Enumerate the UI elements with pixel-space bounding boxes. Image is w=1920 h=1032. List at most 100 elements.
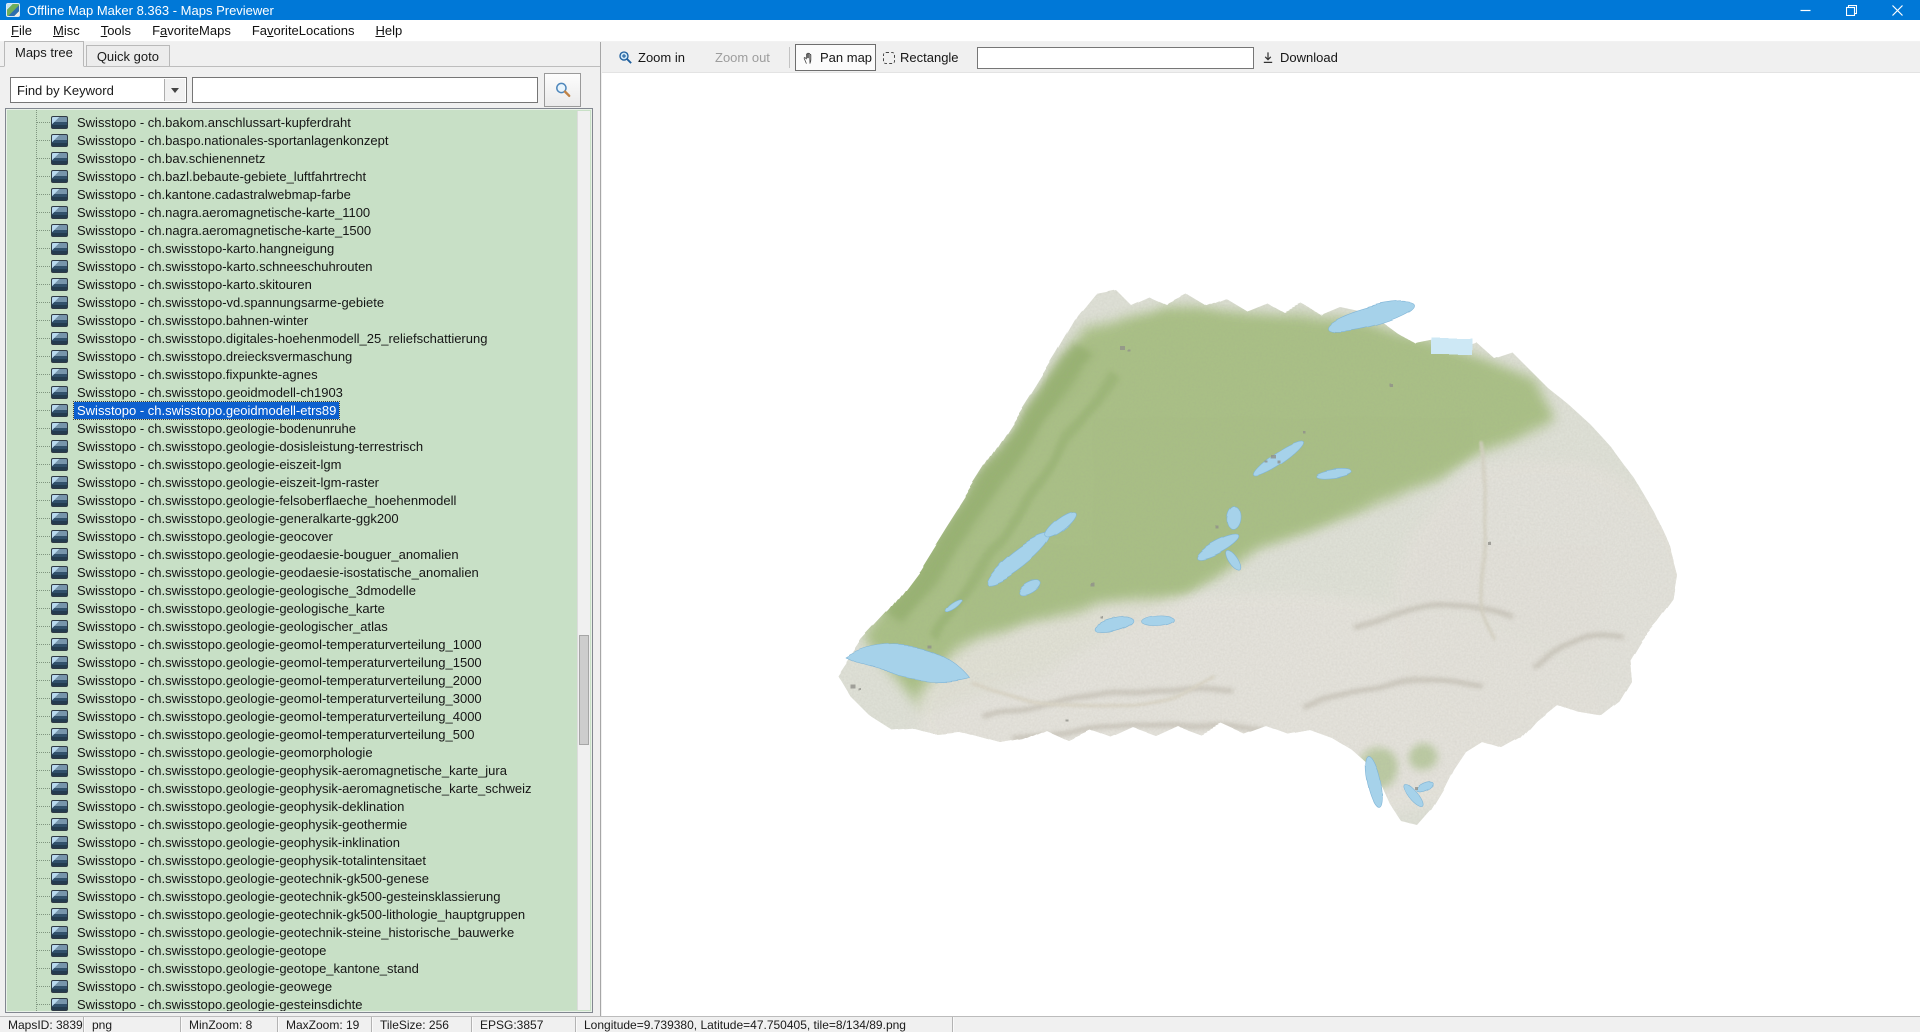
map-canvas[interactable] xyxy=(834,288,1682,836)
minimize-icon xyxy=(1800,5,1811,16)
tree-item-label: Swisstopo - ch.kantone.cadastralwebmap-f… xyxy=(74,186,354,203)
restore-button[interactable] xyxy=(1828,0,1874,20)
list-scrollbar-thumb[interactable] xyxy=(579,635,589,745)
tab-quick-goto[interactable]: Quick goto xyxy=(86,45,170,66)
tree-item[interactable]: Swisstopo - ch.swisstopo.geologie-geomor… xyxy=(7,743,577,761)
tree-item[interactable]: Swisstopo - ch.swisstopo.fixpunkte-agnes xyxy=(7,365,577,383)
tree-item-label: Swisstopo - ch.swisstopo.geologie-geotec… xyxy=(74,924,517,941)
rectangle-button[interactable]: Rectangle xyxy=(883,42,959,73)
tree-item-label: Swisstopo - ch.swisstopo-karto.schneesch… xyxy=(74,258,376,275)
map-layer-icon xyxy=(51,818,68,831)
tree-item[interactable]: Swisstopo - ch.swisstopo.geologie-geomol… xyxy=(7,707,577,725)
tree-item[interactable]: Swisstopo - ch.bakom.anschlussart-kupfer… xyxy=(7,113,577,131)
tree-item[interactable]: Swisstopo - ch.swisstopo.geologie-eiszei… xyxy=(7,473,577,491)
tree-item[interactable]: Swisstopo - ch.swisstopo.geologie-geolog… xyxy=(7,599,577,617)
tree-item[interactable]: Swisstopo - ch.swisstopo.geologie-bodenu… xyxy=(7,419,577,437)
tree-item[interactable]: Swisstopo - ch.swisstopo.geologie-geotec… xyxy=(7,887,577,905)
menu-help[interactable]: Help xyxy=(369,21,408,40)
tree-item-label: Swisstopo - ch.swisstopo.geologie-geolog… xyxy=(74,600,388,617)
search-button[interactable] xyxy=(544,73,581,107)
tree-item[interactable]: Swisstopo - ch.swisstopo.geologie-geolog… xyxy=(7,617,577,635)
pan-map-button-pressed[interactable]: Pan map xyxy=(795,44,876,71)
zoom-in-icon xyxy=(618,50,633,65)
map-layer-icon xyxy=(51,476,68,489)
toolbar-separator xyxy=(789,47,790,68)
tree-item[interactable]: Swisstopo - ch.swisstopo.geologie-geomol… xyxy=(7,653,577,671)
tree-item[interactable]: Swisstopo - ch.swisstopo.dreiecksvermasc… xyxy=(7,347,577,365)
map-layer-icon xyxy=(51,944,68,957)
switzerland-map xyxy=(834,288,1682,836)
tree-item[interactable]: Swisstopo - ch.baspo.nationales-sportanl… xyxy=(7,131,577,149)
tree-item[interactable]: Swisstopo - ch.bav.schienennetz xyxy=(7,149,577,167)
tree-item[interactable]: Swisstopo - ch.swisstopo.geologie-geotop… xyxy=(7,959,577,977)
tree-item[interactable]: Swisstopo - ch.swisstopo.digitales-hoehe… xyxy=(7,329,577,347)
menu-file[interactable]: File xyxy=(5,21,38,40)
map-layer-icon xyxy=(51,602,68,615)
tree-item[interactable]: Swisstopo - ch.nagra.aeromagnetische-kar… xyxy=(7,221,577,239)
tree-item-label: Swisstopo - ch.swisstopo.geologie-geotec… xyxy=(74,870,432,887)
status-panel-6: Longitude=9.739380, Latitude=47.750405, … xyxy=(576,1017,953,1032)
tree-item[interactable]: Swisstopo - ch.swisstopo.geologie-geophy… xyxy=(7,833,577,851)
tree-item-label: Swisstopo - ch.swisstopo.geologie-geomor… xyxy=(74,744,376,761)
tree-item[interactable]: Swisstopo - ch.swisstopo.geologie-geophy… xyxy=(7,797,577,815)
menu-tools[interactable]: Tools xyxy=(95,21,137,40)
tree-item[interactable]: Swisstopo - ch.swisstopo.geologie-geolog… xyxy=(7,581,577,599)
tree-item[interactable]: Swisstopo - ch.swisstopo.geologie-geotec… xyxy=(7,905,577,923)
tree-item[interactable]: Swisstopo - ch.swisstopo.geologie-geophy… xyxy=(7,779,577,797)
map-layer-icon xyxy=(51,206,68,219)
list-scrollbar[interactable] xyxy=(577,111,590,1010)
tree-item[interactable]: Swisstopo - ch.swisstopo.geologie-geophy… xyxy=(7,851,577,869)
tree-item[interactable]: Swisstopo - ch.swisstopo.geologie-geophy… xyxy=(7,761,577,779)
tree-item[interactable]: Swisstopo - ch.nagra.aeromagnetische-kar… xyxy=(7,203,577,221)
minimize-button[interactable] xyxy=(1782,0,1828,20)
map-layer-icon xyxy=(51,584,68,597)
tree-item[interactable]: Swisstopo - ch.swisstopo.geologie-felsob… xyxy=(7,491,577,509)
find-mode-combobox[interactable]: Find by Keyword xyxy=(10,77,187,103)
tree-item[interactable]: Swisstopo - ch.swisstopo.geologie-geodae… xyxy=(7,563,577,581)
zoom-out-label: Zoom out xyxy=(715,50,770,65)
tree-item[interactable]: Swisstopo - ch.swisstopo.geologie-genera… xyxy=(7,509,577,527)
tree-item[interactable]: Swisstopo - ch.swisstopo.bahnen-winter xyxy=(7,311,577,329)
tree-item-label: Swisstopo - ch.swisstopo.geologie-eiszei… xyxy=(74,456,344,473)
tree-item[interactable]: Swisstopo - ch.swisstopo.geologie-geodae… xyxy=(7,545,577,563)
menu-misc[interactable]: Misc xyxy=(47,21,86,40)
tree-item[interactable]: Swisstopo - ch.swisstopo.geologie-geotec… xyxy=(7,923,577,941)
tree-item[interactable]: Swisstopo - ch.swisstopo.geologie-geocov… xyxy=(7,527,577,545)
tree-item[interactable]: Swisstopo - ch.bazl.bebaute-gebiete_luft… xyxy=(7,167,577,185)
menu-favoritelocations[interactable]: FavoriteLocations xyxy=(246,21,361,40)
tree-item[interactable]: Swisstopo - ch.swisstopo.geologie-geotop… xyxy=(7,941,577,959)
tree-item[interactable]: Swisstopo - ch.swisstopo.geologie-gestei… xyxy=(7,995,577,1011)
tree-item[interactable]: Swisstopo - ch.swisstopo-karto.schneesch… xyxy=(7,257,577,275)
toolbar-input[interactable] xyxy=(977,47,1254,69)
zoom-in-button[interactable]: Zoom in xyxy=(618,42,685,73)
keyword-input[interactable] xyxy=(192,77,538,103)
tree-item[interactable]: Swisstopo - ch.swisstopo.geologie-geophy… xyxy=(7,815,577,833)
tree-item[interactable]: Swisstopo - ch.swisstopo-karto.hangneigu… xyxy=(7,239,577,257)
tree-item[interactable]: Swisstopo - ch.swisstopo.geologie-geomol… xyxy=(7,671,577,689)
tree-item[interactable]: Swisstopo - ch.swisstopo-vd.spannungsarm… xyxy=(7,293,577,311)
map-layer-icon xyxy=(51,314,68,327)
tree-item[interactable]: Swisstopo - ch.kantone.cadastralwebmap-f… xyxy=(7,185,577,203)
tree-item[interactable]: Swisstopo - ch.swisstopo-karto.skitouren xyxy=(7,275,577,293)
map-viewport[interactable] xyxy=(602,73,1920,1016)
tree-item[interactable]: Swisstopo - ch.swisstopo.geologie-eiszei… xyxy=(7,455,577,473)
window-title: Offline Map Maker 8.363 - Maps Previewer xyxy=(27,3,274,18)
tree-item[interactable]: Swisstopo - ch.swisstopo.geologie-geomol… xyxy=(7,635,577,653)
tree-item[interactable]: Swisstopo - ch.swisstopo.geologie-geoweg… xyxy=(7,977,577,995)
map-layer-icon xyxy=(51,458,68,471)
status-panel-empty xyxy=(953,1017,1920,1032)
chevron-down-icon[interactable] xyxy=(164,79,185,101)
tree-item[interactable]: Swisstopo - ch.swisstopo.geoidmodell-ch1… xyxy=(7,383,577,401)
tab-maps-tree[interactable]: Maps tree xyxy=(4,41,84,67)
terrain-grain xyxy=(834,288,1682,836)
download-button[interactable]: Download xyxy=(1261,42,1338,73)
tree-item-selected[interactable]: Swisstopo - ch.swisstopo.geoidmodell-etr… xyxy=(7,401,577,419)
tree-item[interactable]: Swisstopo - ch.swisstopo.geologie-geomol… xyxy=(7,725,577,743)
maps-tree-list[interactable]: Swisstopo - ch.bakom.anschlussart-kupfer… xyxy=(5,108,593,1013)
tree-item[interactable]: Swisstopo - ch.swisstopo.geologie-geotec… xyxy=(7,869,577,887)
tree-item-label: Swisstopo - ch.swisstopo.geologie-geotec… xyxy=(74,888,503,905)
menu-favoritemaps[interactable]: FavoriteMaps xyxy=(146,21,237,40)
tree-item[interactable]: Swisstopo - ch.swisstopo.geologie-geomol… xyxy=(7,689,577,707)
tree-item[interactable]: Swisstopo - ch.swisstopo.geologie-dosisl… xyxy=(7,437,577,455)
close-button[interactable] xyxy=(1874,0,1920,20)
